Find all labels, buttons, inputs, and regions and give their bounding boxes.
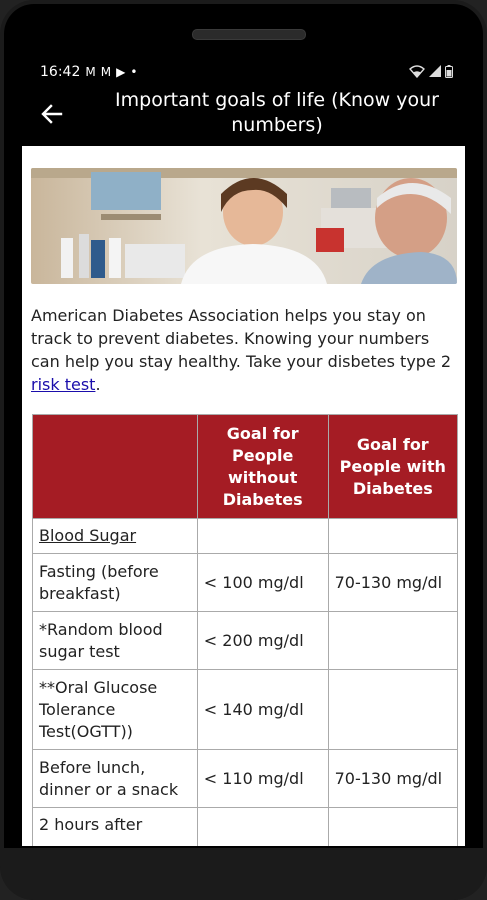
table-row: Fasting (before breakfast) < 100 mg/dl 7… (32, 553, 459, 612)
status-left: 16:42 M M ▶ • (40, 64, 137, 80)
page-title: Important goals of life (Know your numbe… (115, 89, 439, 136)
row-with: 70-130 mg/dl (327, 553, 459, 612)
goals-table: Goal for People without Diabetes Goal fo… (32, 414, 459, 846)
table-row: Blood Sugar (32, 518, 459, 554)
table-header-empty (32, 414, 198, 519)
content-area[interactable]: American Diabetes Association helps you … (22, 146, 465, 846)
row-without: < 100 mg/dl (196, 553, 329, 612)
intro-paragraph: American Diabetes Association helps you … (31, 304, 459, 396)
row-with (327, 611, 459, 670)
row-without (196, 807, 329, 846)
row-label: **Oral Glucose Tolerance Test(OGTT)) (32, 669, 198, 750)
battery-icon (445, 64, 453, 78)
table-row: 2 hours after (32, 807, 459, 846)
table-row: Before lunch, dinner or a snack < 110 mg… (32, 749, 459, 808)
row-label: 2 hours after (32, 807, 198, 846)
gmail-icon: M (85, 65, 96, 79)
row-label: *Random blood sugar test (32, 611, 198, 670)
intro-trailing: . (95, 375, 101, 394)
status-right (409, 64, 453, 78)
table-header-without: Goal for People without Diabetes (196, 414, 329, 519)
row-label: Blood Sugar (32, 518, 198, 554)
row-label: Fasting (before breakfast) (32, 553, 198, 612)
hero-image (31, 168, 457, 284)
back-arrow-icon[interactable] (36, 98, 68, 130)
youtube-icon: ▶ (116, 65, 126, 79)
earpiece-speaker (192, 29, 306, 40)
table-header-with: Goal for People with Diabetes (327, 414, 459, 519)
row-label: Before lunch, dinner or a snack (32, 749, 198, 808)
table-header-row: Goal for People without Diabetes Goal fo… (32, 414, 459, 519)
row-without: < 140 mg/dl (196, 669, 329, 750)
pharmacy-photo (31, 168, 457, 284)
phone-frame: 16:42 M M ▶ • Important goals of life (K… (0, 0, 487, 900)
table-row: *Random blood sugar test < 200 mg/dl (32, 611, 459, 670)
row-without (196, 518, 329, 554)
row-without: < 200 mg/dl (196, 611, 329, 670)
row-with: 70-130 mg/dl (327, 749, 459, 808)
app-bar: Important goals of life (Know your numbe… (22, 84, 465, 144)
table-row: **Oral Glucose Tolerance Test(OGTT)) < 1… (32, 669, 459, 750)
row-with (327, 807, 459, 846)
row-without: < 110 mg/dl (196, 749, 329, 808)
gmail-icon-2: M (100, 65, 112, 79)
dot-icon: • (130, 65, 138, 79)
back-arrow-svg (41, 104, 63, 124)
wifi-icon (409, 65, 425, 78)
signal-icon (429, 65, 441, 77)
risk-test-link[interactable]: risk test (31, 375, 95, 394)
status-bar: 16:42 M M ▶ • (22, 58, 465, 84)
phone-bottom-bezel (0, 848, 487, 900)
row-with (327, 669, 459, 750)
row-with (327, 518, 459, 554)
intro-text: American Diabetes Association helps you … (31, 306, 452, 371)
status-time: 16:42 (40, 64, 81, 80)
